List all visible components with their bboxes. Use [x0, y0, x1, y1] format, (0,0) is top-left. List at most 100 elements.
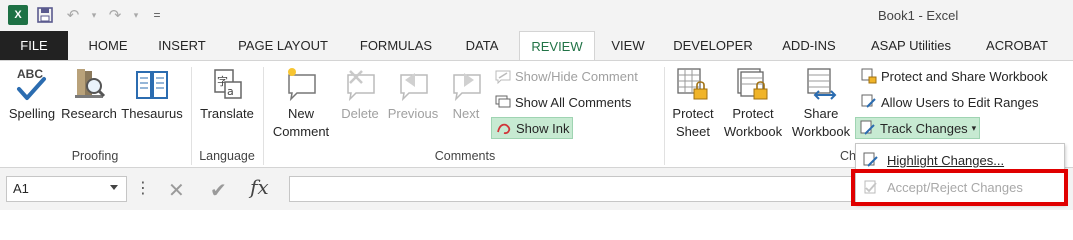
- show-hide-comment-icon: [494, 68, 511, 85]
- thesaurus-button[interactable]: Thesaurus: [119, 63, 185, 123]
- language-group-label: Language: [199, 149, 255, 163]
- protect-sheet-label: Protect Sheet: [672, 105, 713, 141]
- protect-workbook-button[interactable]: Protect Workbook: [719, 63, 787, 141]
- delete-comment-button[interactable]: Delete: [337, 63, 383, 123]
- share-workbook-button[interactable]: Share Workbook: [788, 63, 854, 141]
- tab-developer[interactable]: DEVELOPER: [668, 31, 758, 60]
- name-box-dropdown-icon[interactable]: [110, 185, 118, 190]
- next-label: Next: [452, 106, 480, 121]
- protect-share-icon: [860, 68, 877, 85]
- group-divider: [263, 67, 264, 165]
- save-icon[interactable]: [34, 5, 56, 25]
- name-box[interactable]: A1: [6, 176, 127, 202]
- tab-home[interactable]: HOME: [82, 31, 134, 60]
- next-comment-icon: [447, 63, 485, 105]
- comments-group-label: Comments: [434, 149, 496, 163]
- highlight-changes-label: Highlight Changes...: [887, 152, 1005, 168]
- share-workbook-icon: [802, 63, 840, 105]
- tab-file[interactable]: FILE: [0, 31, 68, 60]
- tab-acrobat[interactable]: ACROBAT: [979, 31, 1055, 60]
- highlight-callout-box: [851, 169, 1068, 206]
- show-ink-icon: [495, 120, 512, 137]
- research-icon: [70, 63, 108, 105]
- track-changes-dropdown-icon: ▾: [971, 122, 977, 133]
- formula-input[interactable]: [289, 176, 857, 202]
- protect-sheet-icon: [674, 63, 712, 105]
- cancel-entry-icon[interactable]: ✕: [168, 178, 185, 203]
- redo-dropdown-icon[interactable]: ▾: [132, 5, 140, 25]
- tab-add-ins[interactable]: ADD-INS: [775, 31, 843, 60]
- delete-label: Delete: [341, 106, 379, 121]
- new-comment-line2: Comment: [272, 124, 330, 139]
- translate-icon: 字 a: [208, 63, 246, 105]
- tab-data[interactable]: DATA: [458, 31, 506, 60]
- tab-view[interactable]: VIEW: [606, 31, 650, 60]
- redo-icon[interactable]: ↷: [104, 5, 126, 25]
- share-workbook-line1: Share: [803, 106, 839, 121]
- tab-insert[interactable]: INSERT: [152, 31, 212, 60]
- show-all-comments-button[interactable]: Show All Comments: [491, 91, 634, 113]
- show-ink-label: Show Ink: [516, 120, 570, 136]
- title-bar: X ↶ ▾ ↷ ▾ = Book1 - Excel: [0, 0, 1073, 31]
- tab-review[interactable]: REVIEW: [519, 31, 595, 61]
- allow-users-edit-ranges-button[interactable]: Allow Users to Edit Ranges: [857, 91, 1042, 113]
- protect-sheet-line2: Sheet: [676, 124, 710, 139]
- spelling-label: Spelling: [8, 106, 56, 121]
- share-workbook-label: Share Workbook: [792, 105, 850, 141]
- show-hide-comment-label: Show/Hide Comment: [515, 68, 638, 84]
- enter-entry-icon[interactable]: ✔: [210, 178, 227, 203]
- protect-and-share-button[interactable]: Protect and Share Workbook: [857, 65, 1051, 87]
- show-ink-button[interactable]: Show Ink: [491, 117, 574, 139]
- previous-label: Previous: [387, 106, 439, 121]
- new-comment-icon: [282, 63, 320, 105]
- protect-workbook-icon: [734, 63, 772, 105]
- thesaurus-label: Thesaurus: [121, 106, 183, 121]
- ribbon-tabs: FILE HOME INSERT PAGE LAYOUT FORMULAS DA…: [0, 31, 1073, 61]
- thesaurus-book-icon: [133, 63, 171, 105]
- protect-workbook-line1: Protect: [732, 106, 774, 121]
- allow-users-label: Allow Users to Edit Ranges: [881, 94, 1039, 110]
- show-all-comments-label: Show All Comments: [515, 94, 632, 110]
- customize-qat-icon[interactable]: =: [146, 5, 168, 25]
- new-comment-button[interactable]: New Comment: [268, 63, 334, 141]
- svg-text:ABC: ABC: [17, 67, 43, 81]
- group-divider: [191, 67, 192, 165]
- track-changes-button[interactable]: Track Changes ▾: [855, 117, 981, 139]
- translate-label: Translate: [200, 106, 254, 121]
- research-button[interactable]: Research: [60, 63, 118, 123]
- track-changes-label: Track Changes: [880, 120, 968, 136]
- show-all-comments-icon: [494, 94, 511, 111]
- protect-share-label: Protect and Share Workbook: [881, 68, 1048, 84]
- new-comment-line1: New: [287, 106, 314, 121]
- tab-asap-utilities[interactable]: ASAP Utilities: [860, 31, 962, 60]
- undo-icon[interactable]: ↶: [62, 5, 84, 25]
- previous-comment-button[interactable]: Previous: [384, 63, 442, 123]
- spelling-button[interactable]: ABC Spelling: [4, 63, 60, 123]
- translate-button[interactable]: 字 a Translate: [196, 63, 258, 123]
- show-hide-comment-button[interactable]: Show/Hide Comment: [491, 65, 641, 87]
- research-label: Research: [61, 106, 117, 121]
- undo-dropdown-icon[interactable]: ▾: [90, 5, 98, 25]
- next-comment-button[interactable]: Next: [444, 63, 488, 123]
- insert-function-icon[interactable]: fx: [250, 175, 269, 199]
- excel-logo-icon: X: [8, 5, 28, 25]
- tab-formulas[interactable]: FORMULAS: [353, 31, 439, 60]
- protect-workbook-label: Protect Workbook: [724, 105, 782, 141]
- delete-comment-icon: [341, 63, 379, 105]
- proofing-group-label: Proofing: [71, 149, 119, 163]
- svg-text:a: a: [227, 85, 234, 98]
- allow-users-icon: [860, 94, 877, 111]
- quick-access-toolbar: X ↶ ▾ ↷ ▾ =: [8, 5, 168, 25]
- tab-page-layout[interactable]: PAGE LAYOUT: [232, 31, 334, 60]
- group-divider: [664, 67, 665, 165]
- protect-workbook-line2: Workbook: [723, 124, 783, 139]
- protect-sheet-button[interactable]: Protect Sheet: [668, 63, 718, 141]
- highlight-changes-icon: [862, 152, 879, 169]
- track-changes-icon: [859, 120, 876, 137]
- spelling-check-icon: ABC: [13, 63, 51, 105]
- previous-comment-icon: [394, 63, 432, 105]
- formula-bar-grip-icon: ⋮: [135, 180, 151, 197]
- share-workbook-line2: Workbook: [791, 124, 851, 139]
- protect-sheet-line1: Protect: [672, 106, 714, 121]
- new-comment-label: New Comment: [273, 105, 329, 141]
